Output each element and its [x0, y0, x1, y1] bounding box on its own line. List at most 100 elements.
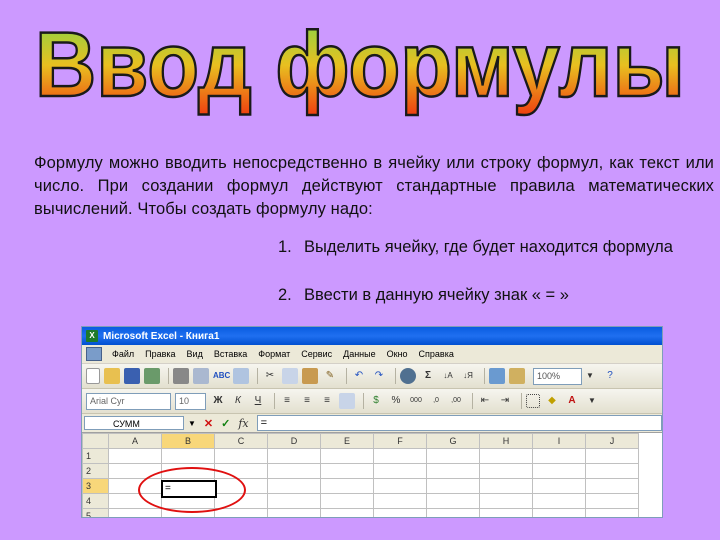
worksheet-grid: A B C D E F G H I J 1 2 3 4 5 =	[82, 433, 662, 517]
new-icon[interactable]	[86, 368, 100, 384]
step-item-1: 1. Выделить ячейку, где будет находится ф…	[278, 238, 673, 286]
hyperlink-icon[interactable]	[400, 368, 416, 384]
decrease-indent-icon[interactable]: ⇤	[477, 393, 493, 409]
column-header[interactable]: G	[426, 433, 480, 449]
font-name-select[interactable]: Arial Cyr	[86, 392, 171, 410]
percent-icon[interactable]: %	[388, 393, 404, 409]
chart-wizard-icon[interactable]	[489, 368, 505, 384]
align-left-icon[interactable]: ≡	[279, 393, 295, 409]
excel-title-bar: X Microsoft Excel - Книга1	[82, 327, 662, 345]
menu-help[interactable]: Справка	[419, 349, 454, 359]
menu-view[interactable]: Вид	[187, 349, 203, 359]
menu-insert[interactable]: Вставка	[214, 349, 247, 359]
increase-decimal-icon[interactable]: ,0	[428, 393, 444, 409]
column-header[interactable]: B	[161, 433, 215, 449]
sort-descending-icon[interactable]: ↓Я	[460, 368, 476, 384]
menu-edit[interactable]: Правка	[145, 349, 175, 359]
column-header[interactable]: I	[532, 433, 586, 449]
italic-icon[interactable]: К	[230, 393, 246, 409]
slide-title-container: Ввод формулы	[0, 14, 720, 124]
excel-logo-icon: X	[86, 330, 98, 342]
borders-icon[interactable]	[526, 394, 540, 408]
row-header[interactable]: 5	[82, 508, 109, 517]
spelling-icon[interactable]: ABC	[213, 368, 230, 384]
format-painter-icon[interactable]: ✎	[322, 368, 338, 384]
save-icon[interactable]	[124, 368, 140, 384]
toolbar-separator	[168, 368, 169, 384]
toolbar-options-icon[interactable]: ▼	[584, 393, 600, 409]
steps-list: 1. Выделить ячейку, где будет находится ф…	[278, 238, 673, 334]
underline-icon[interactable]: Ч	[250, 393, 266, 409]
select-all-corner[interactable]	[82, 433, 109, 449]
excel-screenshot: X Microsoft Excel - Книга1 Файл Правка В…	[81, 326, 663, 518]
row-header[interactable]: 1	[82, 448, 109, 464]
column-header[interactable]: E	[320, 433, 374, 449]
step-text: Ввести в данную ячейку знак « = »	[304, 286, 569, 304]
open-icon[interactable]	[104, 368, 120, 384]
bold-icon[interactable]: Ж	[210, 393, 226, 409]
currency-icon[interactable]: $	[368, 393, 384, 409]
toolbar-separator	[274, 393, 275, 409]
align-center-icon[interactable]: ≡	[299, 393, 315, 409]
paste-icon[interactable]	[302, 368, 318, 384]
formula-input[interactable]: =	[256, 415, 662, 431]
column-header[interactable]: F	[373, 433, 427, 449]
print-preview-icon[interactable]	[193, 368, 209, 384]
menu-file[interactable]: Файл	[112, 349, 134, 359]
font-size-select[interactable]: 10	[175, 392, 206, 410]
menu-tools[interactable]: Сервис	[301, 349, 332, 359]
permission-icon[interactable]	[144, 368, 160, 384]
chevron-down-icon[interactable]: ▼	[582, 368, 598, 384]
menu-data[interactable]: Данные	[343, 349, 376, 359]
insert-function-icon[interactable]: fx	[238, 417, 248, 430]
name-box-dropdown-icon[interactable]: ▼	[188, 419, 196, 428]
drawing-icon[interactable]	[509, 368, 525, 384]
name-box-value: СУММ	[113, 419, 140, 429]
fill-color-icon[interactable]: ◆	[544, 393, 560, 409]
formatting-toolbar: Arial Cyr 10 Ж К Ч ≡ ≡ ≡ $ % 000 ,0 ,00 …	[82, 389, 662, 414]
toolbar-separator	[395, 368, 396, 384]
cancel-icon[interactable]: ✕	[204, 417, 213, 430]
cut-icon[interactable]: ✂	[262, 368, 278, 384]
copy-icon[interactable]	[282, 368, 298, 384]
comma-style-icon[interactable]: 000	[408, 393, 424, 409]
toolbar-separator	[484, 368, 485, 384]
print-icon[interactable]	[173, 368, 189, 384]
row-header[interactable]: 3	[82, 478, 109, 494]
research-icon[interactable]	[233, 368, 249, 384]
toolbar-separator	[363, 393, 364, 409]
column-header[interactable]: H	[479, 433, 533, 449]
row-header[interactable]: 4	[82, 493, 109, 509]
enter-icon[interactable]: ✓	[221, 417, 230, 430]
menu-format[interactable]: Формат	[258, 349, 290, 359]
highlight-oval	[138, 467, 246, 513]
row-header[interactable]: 2	[82, 463, 109, 479]
font-color-icon[interactable]: A	[564, 393, 580, 409]
toolbar-separator	[257, 368, 258, 384]
zoom-select[interactable]: 100%	[533, 367, 582, 385]
toolbar-separator	[346, 368, 347, 384]
table-row: 1	[82, 448, 639, 464]
column-header[interactable]: D	[267, 433, 321, 449]
help-icon[interactable]: ?	[602, 368, 618, 384]
slide-title-wordart: Ввод формулы	[34, 14, 687, 117]
step-number: 2.	[278, 286, 292, 304]
intro-paragraph: Формулу можно вводить непосредственно в …	[34, 154, 714, 218]
merge-center-icon[interactable]	[339, 393, 355, 409]
standard-toolbar: ABC ✂ ✎ ↶ ↷ Σ ↓A ↓Я 100% ▼ ?	[82, 364, 662, 389]
undo-icon[interactable]: ↶	[351, 368, 367, 384]
decrease-decimal-icon[interactable]: ,00	[448, 393, 464, 409]
align-right-icon[interactable]: ≡	[319, 393, 335, 409]
name-box[interactable]: СУММ	[84, 416, 184, 430]
step-number: 1.	[278, 238, 292, 256]
column-header[interactable]: J	[585, 433, 639, 449]
increase-indent-icon[interactable]: ⇥	[497, 393, 513, 409]
sort-ascending-icon[interactable]: ↓A	[440, 368, 456, 384]
workbook-icon[interactable]	[86, 347, 102, 361]
redo-icon[interactable]: ↷	[371, 368, 387, 384]
column-header[interactable]: A	[108, 433, 162, 449]
autosum-icon[interactable]: Σ	[420, 368, 436, 384]
menu-window[interactable]: Окно	[387, 349, 408, 359]
formula-bar: СУММ ▼ ✕ ✓ fx =	[82, 414, 662, 433]
column-header[interactable]: C	[214, 433, 268, 449]
